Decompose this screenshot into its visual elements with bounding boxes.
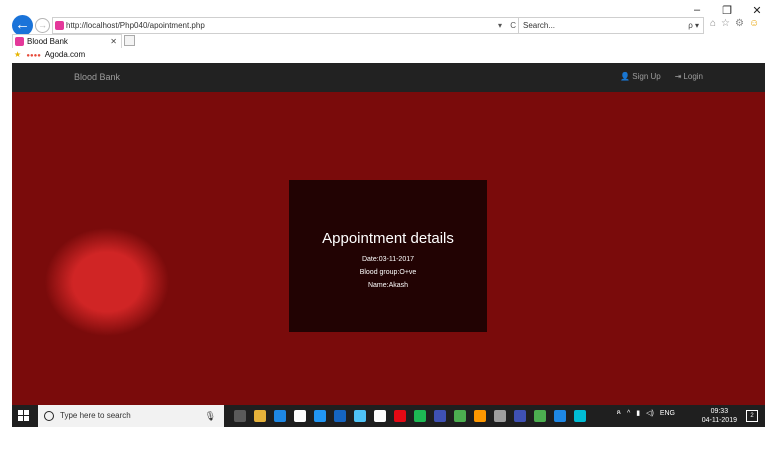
appointment-blood-group: Blood group:O+ve bbox=[359, 269, 417, 276]
taskbar-app-icon[interactable] bbox=[534, 410, 546, 422]
home-icon[interactable]: ⌂ bbox=[710, 18, 716, 29]
taskbar-search-input[interactable]: Type here to search 🎙 bbox=[38, 405, 224, 427]
site-navbar: Blood Bank 👤 Sign Up ⇥ Login bbox=[12, 63, 765, 92]
taskbar-app-icons bbox=[234, 410, 586, 422]
browser-nav-bar: ← → http://localhost/Php040/apointment.p… bbox=[12, 15, 772, 36]
new-tab-button[interactable] bbox=[124, 35, 135, 46]
back-button[interactable]: ← bbox=[12, 15, 33, 36]
taskbar-app-icon[interactable] bbox=[254, 410, 266, 422]
taskbar-clock[interactable]: 09:33 04-11-2019 bbox=[702, 407, 737, 425]
appointment-name: Name:Akash bbox=[367, 282, 409, 289]
taskbar-app-icon[interactable] bbox=[294, 410, 306, 422]
tab-title: Blood Bank bbox=[27, 37, 68, 46]
taskbar-app-icon[interactable] bbox=[374, 410, 386, 422]
taskbar-app-icon[interactable] bbox=[554, 410, 566, 422]
site-nav-links: 👤 Sign Up ⇥ Login bbox=[620, 72, 703, 81]
taskbar-app-icon[interactable] bbox=[394, 410, 406, 422]
search-placeholder: Search... bbox=[523, 21, 556, 30]
taskbar-app-icon[interactable] bbox=[574, 410, 586, 422]
people-icon[interactable]: ጰ bbox=[617, 409, 621, 417]
volume-icon[interactable]: ◁) bbox=[646, 409, 654, 417]
tab-blood-bank[interactable]: Blood Bank ✕ bbox=[12, 34, 122, 48]
smiley-feedback-icon[interactable]: ☺ bbox=[749, 18, 759, 29]
address-controls[interactable]: ▾ C bbox=[498, 18, 519, 33]
system-tray: ጰ ^ ▮ ◁) ENG bbox=[617, 409, 675, 417]
taskbar-app-icon[interactable] bbox=[274, 410, 286, 422]
address-bar[interactable]: http://localhost/Php040/apointment.php ▾… bbox=[52, 17, 526, 34]
network-icon[interactable]: ▮ bbox=[636, 409, 640, 417]
site-favicon-icon bbox=[55, 21, 64, 30]
microphone-icon[interactable]: 🎙 bbox=[205, 405, 216, 427]
screen: – ❐ ✕ ← → http://localhost/Php040/apoint… bbox=[0, 0, 777, 450]
clock-time: 09:33 bbox=[710, 408, 729, 415]
taskbar-app-icon[interactable] bbox=[314, 410, 326, 422]
windows-taskbar: Type here to search 🎙 ጰ ^ ▮ ◁) ENG 09:33… bbox=[12, 405, 765, 427]
language-indicator[interactable]: ENG bbox=[660, 410, 675, 417]
taskbar-search-placeholder: Type here to search bbox=[60, 411, 131, 420]
forward-button[interactable]: → bbox=[35, 18, 50, 33]
login-link[interactable]: ⇥ Login bbox=[675, 72, 703, 81]
appointment-details-panel: Appointment details Date:03-11-2017 Bloo… bbox=[289, 180, 487, 332]
taskbar-app-icon[interactable] bbox=[354, 410, 366, 422]
favorites-bar-star-icon[interactable]: ★ bbox=[14, 50, 21, 59]
browser-tools: ⌂ ☆ ⚙ ☺ bbox=[710, 18, 759, 29]
browser-search-input[interactable]: Search... ρ ▾ bbox=[518, 17, 704, 34]
login-label: Login bbox=[683, 72, 703, 81]
favorite-agoda-link[interactable]: Agoda.com bbox=[45, 50, 85, 59]
tab-strip: Blood Bank ✕ bbox=[12, 34, 762, 48]
tab-close-icon[interactable]: ✕ bbox=[110, 35, 117, 48]
taskbar-app-icon[interactable] bbox=[474, 410, 486, 422]
gear-icon[interactable]: ⚙ bbox=[735, 18, 744, 29]
notification-center-icon[interactable]: 2 bbox=[746, 410, 758, 422]
signup-link[interactable]: 👤 Sign Up bbox=[620, 72, 660, 81]
tab-favicon-icon bbox=[15, 37, 24, 46]
signup-label: Sign Up bbox=[632, 72, 661, 81]
clock-date: 04-11-2019 bbox=[701, 417, 737, 424]
site-brand-link[interactable]: Blood Bank bbox=[74, 72, 120, 82]
taskbar-app-icon[interactable] bbox=[334, 410, 346, 422]
user-icon: 👤 bbox=[620, 72, 631, 81]
search-icon[interactable]: ρ ▾ bbox=[688, 18, 699, 33]
taskbar-app-icon[interactable] bbox=[434, 410, 446, 422]
tray-chevron-icon[interactable]: ^ bbox=[627, 410, 630, 417]
taskbar-app-icon[interactable] bbox=[494, 410, 506, 422]
windows-start-icon[interactable] bbox=[18, 410, 29, 421]
agoda-favicon-icon: ●●●● bbox=[26, 53, 41, 59]
taskbar-app-icon[interactable] bbox=[514, 410, 526, 422]
taskbar-app-icon[interactable] bbox=[414, 410, 426, 422]
favorites-star-icon[interactable]: ☆ bbox=[721, 18, 730, 29]
address-text: http://localhost/Php040/apointment.php bbox=[66, 21, 205, 30]
login-icon: ⇥ bbox=[674, 72, 682, 81]
details-title: Appointment details bbox=[322, 230, 454, 247]
hero-background-image: Appointment details Date:03-11-2017 Bloo… bbox=[12, 92, 765, 405]
favorites-bar: ★ ●●●● Agoda.com bbox=[14, 50, 85, 62]
taskbar-app-icon[interactable] bbox=[234, 410, 246, 422]
appointment-date: Date:03-11-2017 bbox=[361, 256, 415, 263]
cortana-icon bbox=[44, 411, 54, 421]
taskbar-app-icon[interactable] bbox=[454, 410, 466, 422]
